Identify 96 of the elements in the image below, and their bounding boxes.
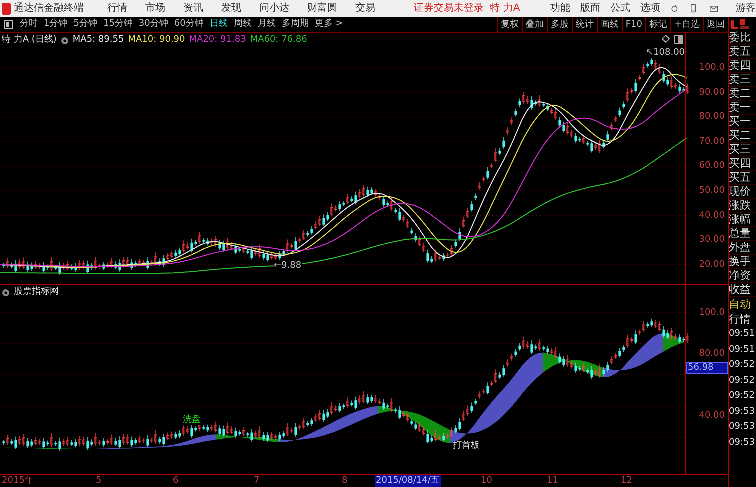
trade-time: 09:53	[729, 436, 756, 450]
toolbar-button[interactable]: +自选	[670, 16, 703, 32]
menu-item[interactable]: 发现	[212, 1, 251, 16]
trade-time: 09:52	[729, 390, 756, 403]
menu-item[interactable]: 公式	[605, 1, 636, 16]
menu-item[interactable]: 行情	[98, 1, 137, 16]
axis-label: 60.00	[699, 161, 725, 172]
date-label: 8	[341, 475, 349, 487]
axis-label: 20.00	[699, 260, 725, 270]
period-tab[interactable]: 分时	[17, 18, 41, 32]
menu-item[interactable]: 财富圆	[298, 1, 347, 16]
menu-item[interactable]: 市场	[136, 1, 175, 16]
axis-label: 50.00	[699, 186, 725, 196]
date-label: 10	[480, 475, 494, 487]
menu-item[interactable]: 交易	[346, 1, 385, 16]
quote-field-label: 涨跌	[729, 199, 756, 213]
toolbar-button[interactable]: 标记	[645, 16, 670, 32]
trade-time: 09:51	[729, 328, 756, 341]
quote-field-label: 卖四	[729, 59, 756, 73]
ma-value: MA20: 91.83	[189, 34, 246, 47]
toolbar-button[interactable]: 画线	[596, 16, 622, 32]
quote-field-label: 买三	[729, 143, 756, 157]
date-label: 12	[620, 475, 634, 487]
menu-item[interactable]: 选项	[635, 1, 666, 16]
trade-time: 09:51	[729, 344, 756, 356]
toolbar-button[interactable]: F10	[622, 16, 646, 32]
quote-tab[interactable]: 行情	[729, 312, 756, 327]
date-label: 7	[253, 475, 261, 487]
menu-item[interactable]: 问小达	[250, 1, 299, 16]
app-title: 通达信金融终端	[14, 2, 84, 16]
menu-item[interactable]: 资讯	[174, 1, 213, 16]
axis-label: 30.00	[699, 235, 725, 246]
quote-field-label: 买五	[729, 171, 756, 185]
quote-field-label: 买一	[729, 115, 756, 129]
toolbar-button[interactable]: 统计	[572, 16, 597, 32]
quote-field-label: 卖三	[729, 73, 756, 87]
high-price-label: ↖108.00	[646, 48, 686, 58]
quote-field-label: 卖二	[729, 87, 756, 101]
period-tab[interactable]: 5分钟	[70, 18, 100, 32]
axis-label: 70.00	[699, 136, 725, 147]
quote-field-label: 换手	[729, 255, 756, 269]
period-tab[interactable]: 1分钟	[41, 18, 71, 32]
period-tab[interactable]: 30分钟	[136, 18, 172, 32]
trade-time: 09:53	[729, 421, 756, 434]
current-value-label: 56.98	[686, 362, 728, 374]
period-tab[interactable]: 多周期	[278, 18, 312, 32]
trade-time: 09:52	[729, 374, 756, 388]
period-tab[interactable]: 月线	[254, 18, 279, 32]
trade-time: 09:53	[729, 406, 756, 418]
menu-item[interactable]: 版面	[575, 1, 606, 16]
low-price-label: ←9.88	[274, 261, 302, 271]
ma-value: MA60: 76.86	[250, 34, 308, 47]
axis-label: 90.00	[699, 88, 725, 98]
ma-value: MA5: 89.55	[72, 34, 124, 47]
chart-annotation: 洗盘	[183, 415, 201, 425]
axis-label: 40.00	[699, 411, 725, 421]
toolbar-button[interactable]: 返回	[703, 16, 728, 32]
login-status[interactable]: 证券交易未登录	[414, 1, 484, 16]
security-name: 特 力A	[490, 2, 520, 16]
quote-field-label: 总量	[729, 227, 756, 241]
axis-label: 80.00	[699, 349, 725, 359]
indicator-title: 股票指标网	[14, 286, 59, 299]
period-tab[interactable]: 周线	[230, 18, 255, 32]
quote-field-label: 买二	[729, 129, 756, 143]
date-label: 2015年	[1, 475, 35, 487]
toolbar-button[interactable]: 多股	[546, 16, 572, 32]
date-label: 11	[546, 475, 560, 487]
quote-field-label: 买四	[729, 157, 756, 171]
quote-field-label: 外盘	[729, 241, 756, 255]
period-tab[interactable]: 15分钟	[100, 18, 136, 32]
axis-label: 40.00	[699, 210, 725, 221]
axis-label: 100.0	[699, 63, 725, 73]
axis-label: 100.0	[699, 308, 725, 318]
security-label: 特 力A (日线)	[2, 34, 57, 47]
axis-label: 80.00	[699, 112, 725, 122]
ma-value: MA10: 90.90	[128, 34, 186, 47]
period-tab[interactable]: 60分钟	[171, 18, 207, 32]
date-label: 6	[172, 475, 180, 487]
quote-field-label: 涨幅	[729, 213, 756, 227]
quote-tab[interactable]: 自动	[729, 297, 756, 312]
period-tab[interactable]: 日线	[206, 18, 231, 32]
date-label: 2015/08/14/五	[375, 475, 441, 487]
toolbar-button[interactable]: 复权	[496, 16, 522, 32]
chart-annotation: 打首板	[453, 441, 480, 451]
user-name[interactable]: 游客	[736, 1, 756, 16]
quote-field-label: 收益	[729, 283, 756, 297]
quote-field-label: 净资	[729, 269, 756, 283]
date-label: 5	[95, 475, 103, 487]
trade-time: 09:52	[729, 359, 756, 372]
quote-field-label: 卖五	[729, 45, 756, 59]
period-tab[interactable]: 更多 >	[312, 18, 346, 32]
toolbar-button[interactable]: 叠加	[522, 16, 547, 32]
quote-field-label: 现价	[729, 185, 756, 199]
quote-field-label: 卖一	[729, 101, 756, 115]
menu-item[interactable]: 功能	[545, 1, 576, 16]
quote-field-label: 委比	[729, 31, 756, 45]
